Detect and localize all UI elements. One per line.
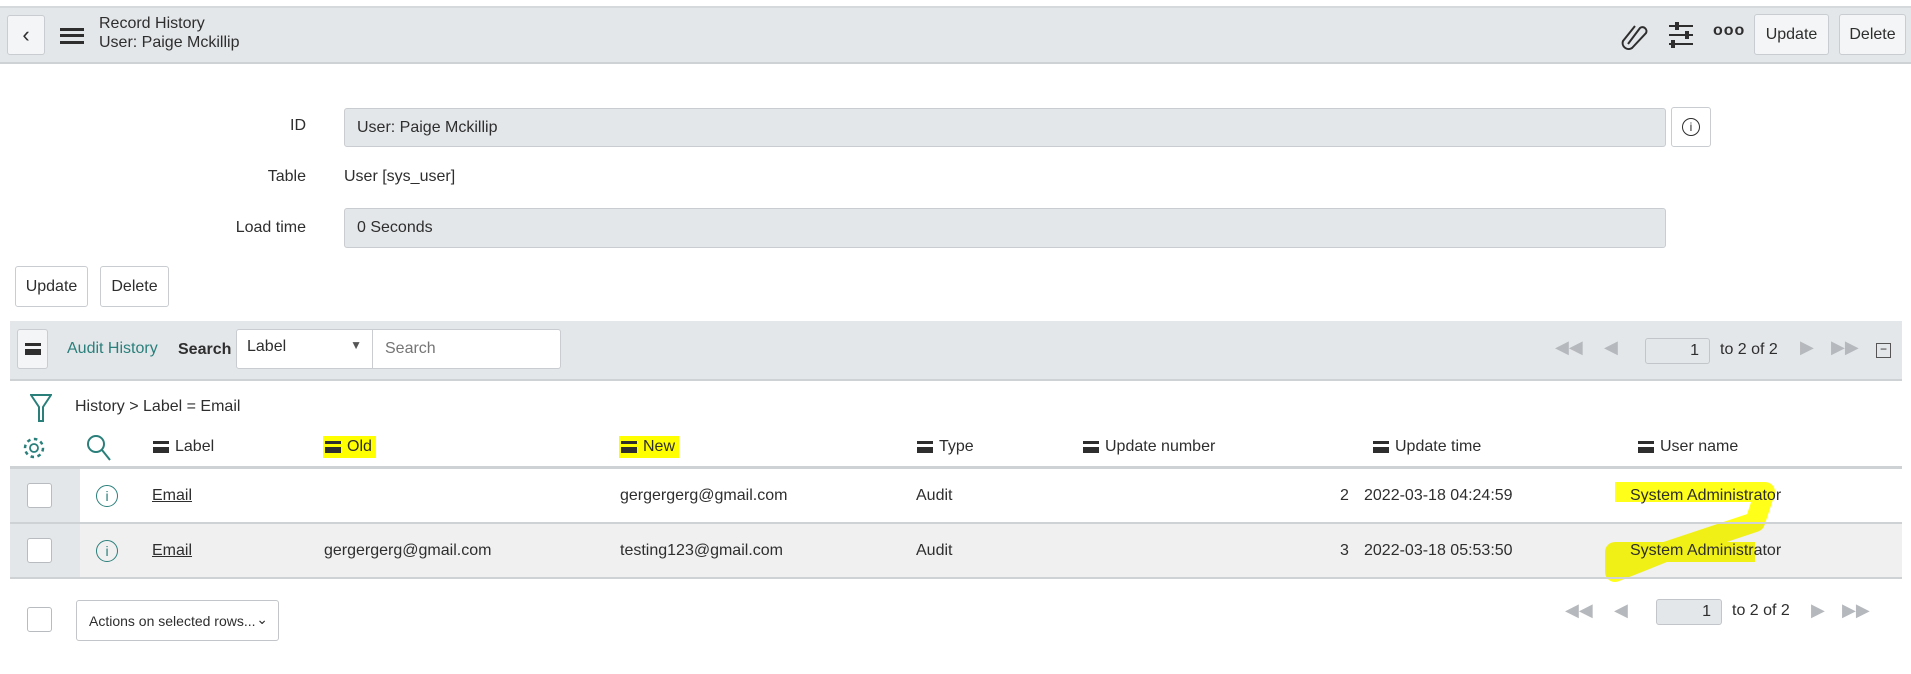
- load-time-label: Load time: [235, 219, 306, 236]
- table-row: i Email gergergerg@gmail.com testing123@…: [10, 524, 1902, 579]
- header-update-button[interactable]: Update: [1754, 14, 1829, 55]
- load-time-field: 0 Seconds: [344, 208, 1666, 248]
- column-menu-icon[interactable]: [621, 441, 637, 453]
- row-new: gergergerg@gmail.com: [620, 486, 788, 504]
- id-field[interactable]: User: Paige Mckillip: [344, 108, 1666, 147]
- breadcrumb-root[interactable]: History: [75, 398, 125, 415]
- chevron-down-icon: ⌄: [256, 611, 268, 627]
- list-menu-button[interactable]: [17, 329, 48, 369]
- row-checkbox[interactable]: [27, 483, 52, 508]
- next-page-icon[interactable]: ▶: [1811, 600, 1825, 621]
- row-update-time: 2022-03-18 04:24:59: [1364, 486, 1513, 504]
- page-input[interactable]: 1: [1656, 599, 1722, 625]
- delete-button[interactable]: Delete: [100, 266, 169, 307]
- column-menu-icon[interactable]: [1638, 441, 1654, 453]
- column-label: Type: [939, 438, 974, 455]
- last-page-icon[interactable]: ▶▶: [1831, 337, 1859, 358]
- search-input[interactable]: [373, 329, 561, 369]
- column-header-new[interactable]: New: [619, 436, 680, 458]
- row-info-icon[interactable]: i: [96, 524, 118, 577]
- column-label: Update number: [1105, 438, 1216, 455]
- column-label: New: [643, 438, 676, 455]
- next-page-icon[interactable]: ▶: [1800, 337, 1814, 358]
- column-label: User name: [1660, 438, 1739, 455]
- chevron-left-icon: ‹: [22, 22, 30, 47]
- prev-page-icon[interactable]: ◀: [1614, 600, 1628, 621]
- paperclip-icon[interactable]: [1620, 20, 1648, 50]
- table-row: i Email gergergerg@gmail.com Audit 2 202…: [10, 469, 1902, 524]
- update-button[interactable]: Update: [15, 266, 88, 307]
- row-old: gergergerg@gmail.com: [324, 541, 492, 559]
- row-new: testing123@gmail.com: [620, 541, 783, 559]
- menu-icon[interactable]: [60, 28, 84, 44]
- row-user-name: System Administrator: [1630, 486, 1782, 504]
- actions-select[interactable]: Actions on selected rows... ⌄: [76, 600, 279, 641]
- search-icon[interactable]: [86, 434, 112, 462]
- id-label: ID: [290, 117, 306, 134]
- column-menu-icon[interactable]: [325, 441, 341, 453]
- row-user-name: System Administrator: [1630, 541, 1782, 559]
- breadcrumb: History > Label = Email: [75, 398, 240, 416]
- info-icon: i: [1682, 118, 1700, 136]
- settings-sliders-icon[interactable]: [1668, 22, 1694, 48]
- collapse-icon[interactable]: −: [1876, 343, 1891, 358]
- row-label-link[interactable]: Email: [152, 542, 192, 560]
- page-title: Record History: [99, 15, 205, 32]
- row-update-time: 2022-03-18 05:53:50: [1364, 541, 1513, 559]
- info-button[interactable]: i: [1671, 107, 1711, 147]
- first-page-icon[interactable]: ◀◀: [1565, 600, 1593, 621]
- search-field-select[interactable]: Label ▼: [236, 329, 373, 369]
- table-value: User [sys_user]: [344, 168, 456, 185]
- search-field-value: Label: [247, 338, 287, 355]
- column-menu-icon[interactable]: [153, 441, 169, 453]
- breadcrumb-filter[interactable]: Label = Email: [143, 398, 240, 415]
- row-update-number: 2: [1340, 486, 1349, 504]
- column-header-update-number[interactable]: Update number: [1083, 436, 1215, 458]
- column-header-label[interactable]: Label: [153, 436, 214, 458]
- filter-icon[interactable]: [30, 393, 52, 423]
- menu-icon: [24, 343, 41, 355]
- row-info-icon[interactable]: i: [96, 469, 118, 522]
- column-menu-icon[interactable]: [1083, 441, 1099, 453]
- header-delete-button[interactable]: Delete: [1839, 14, 1906, 55]
- prev-page-icon[interactable]: ◀: [1604, 337, 1618, 358]
- more-options-icon[interactable]: ooo: [1713, 22, 1745, 40]
- row-type: Audit: [916, 486, 953, 504]
- page-range: to 2 of 2: [1720, 341, 1778, 358]
- search-label: Search: [178, 341, 232, 358]
- column-header-type[interactable]: Type: [917, 436, 974, 458]
- column-header-old[interactable]: Old: [323, 436, 376, 458]
- select-all-checkbox[interactable]: [27, 607, 52, 632]
- page-range: to 2 of 2: [1732, 602, 1790, 619]
- first-page-icon[interactable]: ◀◀: [1555, 337, 1583, 358]
- dropdown-arrow-icon: ▼: [350, 338, 362, 352]
- page-subtitle: User: Paige Mckillip: [99, 34, 240, 51]
- table-label: Table: [267, 168, 306, 185]
- actions-select-value: Actions on selected rows...: [89, 612, 256, 629]
- row-label-link[interactable]: Email: [152, 487, 192, 505]
- form-header: ‹ Record History User: Paige Mckillip oo…: [0, 6, 1911, 64]
- row-checkbox[interactable]: [27, 538, 52, 563]
- list-toolbar: Audit History Search Label ▼ ◀◀ ◀ 1 to 2 …: [10, 321, 1902, 381]
- breadcrumb-separator: >: [129, 398, 139, 415]
- column-menu-icon[interactable]: [917, 441, 933, 453]
- page-input[interactable]: 1: [1645, 338, 1710, 364]
- gear-icon[interactable]: [22, 436, 46, 460]
- column-header-user-name[interactable]: User name: [1638, 436, 1738, 458]
- column-menu-icon[interactable]: [1373, 441, 1389, 453]
- list-title[interactable]: Audit History: [67, 340, 158, 358]
- back-button[interactable]: ‹: [7, 15, 45, 55]
- column-label: Old: [347, 438, 372, 455]
- column-header-update-time[interactable]: Update time: [1373, 436, 1481, 458]
- row-type: Audit: [916, 541, 953, 559]
- column-label: Update time: [1395, 438, 1482, 455]
- column-label: Label: [175, 438, 215, 455]
- last-page-icon[interactable]: ▶▶: [1842, 600, 1870, 621]
- row-update-number: 3: [1340, 541, 1349, 559]
